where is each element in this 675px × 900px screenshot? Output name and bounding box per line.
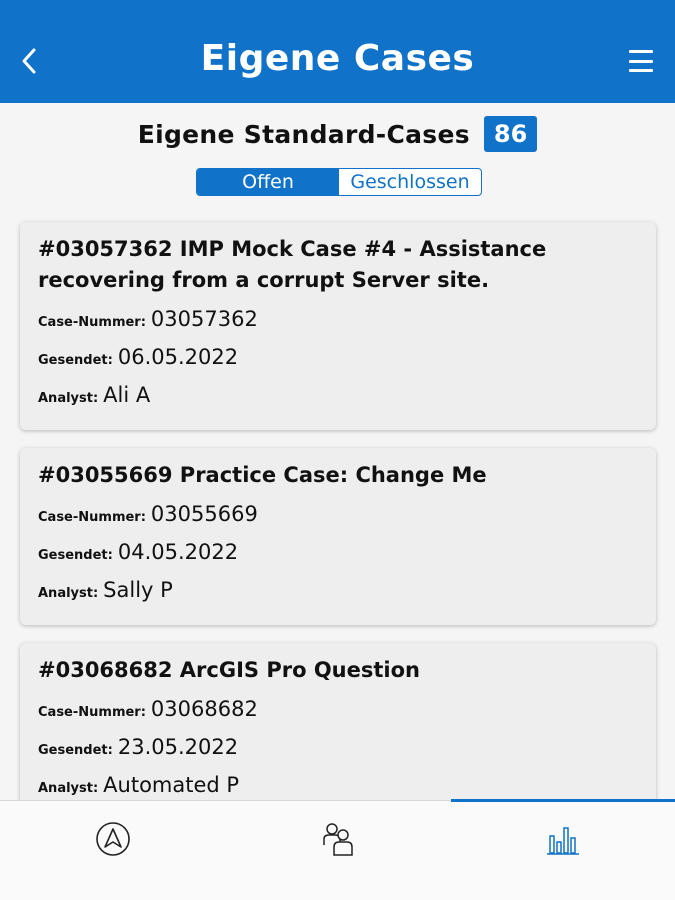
case-card[interactable]: #03057362 IMP Mock Case #4 - Assistance … [20,222,656,430]
filter-open-tab[interactable]: Offen [197,169,339,195]
analyst-row: Analyst: Ali A [38,378,638,416]
sent-label: Gesendet: [38,743,113,758]
case-number-label: Case-Nummer: [38,315,146,330]
case-title: #03055669 Practice Case: Change Me [38,463,487,487]
analyst-row: Analyst: Sally P [38,573,638,611]
case-number-label: Case-Nummer: [38,510,146,525]
tab-navigator[interactable] [83,819,143,859]
tab-community[interactable] [308,819,368,859]
app-header: Eigene Cases [0,0,675,103]
case-number-row: Case-Nummer: 03068682 [38,692,638,730]
menu-button[interactable] [629,50,653,72]
section-header: Eigene Standard-Cases 86 [0,116,675,152]
case-number-label: Case-Nummer: [38,705,146,720]
status-filter: Offen Geschlossen [196,168,482,196]
selected-tab-indicator [451,799,675,802]
case-title: #03057362 IMP Mock Case #4 - Assistance … [38,237,547,292]
filter-closed-tab[interactable]: Geschlossen [339,169,481,195]
page-title: Eigene Cases [200,38,475,79]
case-card[interactable]: #03068682 ArcGIS Pro Question Case-Numme… [20,643,656,820]
sent-value: 23.05.2022 [117,735,239,759]
count-badge: 86 [483,116,538,152]
case-list: #03057362 IMP Mock Case #4 - Assistance … [20,222,656,876]
section-title: Eigene Standard-Cases [137,119,470,149]
analyst-value: Sally P [103,578,173,602]
tab-statistics[interactable] [533,819,593,859]
analyst-value: Ali A [103,383,151,407]
case-number-row: Case-Nummer: 03057362 [38,302,638,340]
analyst-value: Automated P [103,773,240,797]
analyst-label: Analyst: [38,391,99,406]
sent-value: 06.05.2022 [117,345,239,369]
sent-value: 04.05.2022 [117,540,239,564]
bar-chart-icon [547,827,579,855]
navigator-compass-icon [96,822,130,856]
sent-row: Gesendet: 23.05.2022 [38,730,638,768]
case-title: #03068682 ArcGIS Pro Question [38,658,420,682]
case-number-value: 03057362 [150,307,258,331]
case-number-value: 03068682 [150,697,258,721]
community-users-icon [323,823,353,856]
sent-row: Gesendet: 06.05.2022 [38,340,638,378]
sent-label: Gesendet: [38,353,113,368]
bottom-tab-bar [0,799,675,900]
case-card[interactable]: #03055669 Practice Case: Change Me Case-… [20,448,656,625]
case-number-value: 03055669 [150,502,258,526]
sent-label: Gesendet: [38,548,113,563]
analyst-label: Analyst: [38,586,99,601]
sent-row: Gesendet: 04.05.2022 [38,535,638,573]
case-number-row: Case-Nummer: 03055669 [38,497,638,535]
hamburger-menu-icon [629,50,653,53]
